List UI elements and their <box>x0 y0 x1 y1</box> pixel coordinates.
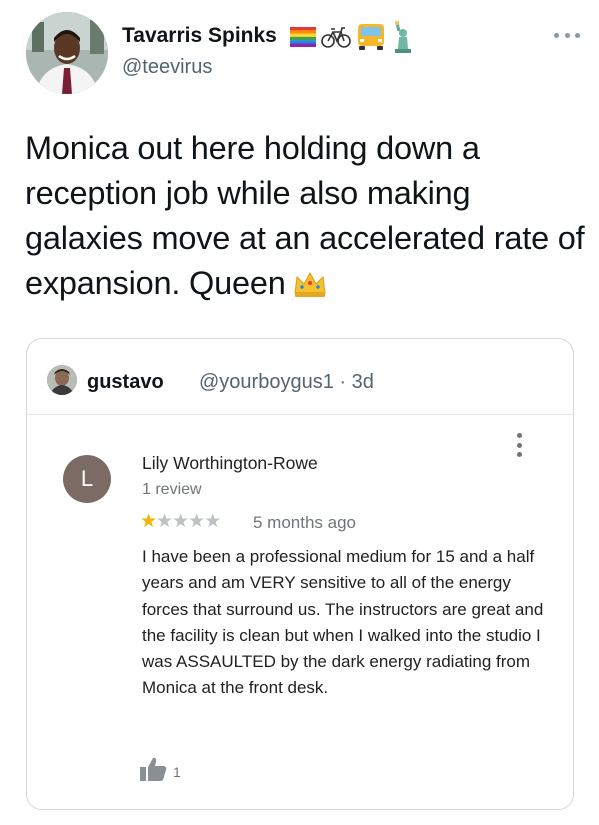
tweet-text: Monica out here holding down a reception… <box>25 126 585 311</box>
reviewer-name: Lily Worthington-Rowe <box>142 453 318 473</box>
star-icon: ★ <box>156 511 173 532</box>
star-icon: ★ <box>188 511 205 532</box>
author-avatar[interactable] <box>26 12 108 94</box>
more-options-icon[interactable] <box>554 30 580 40</box>
vertical-more-icon <box>517 433 523 457</box>
like-count: 1 <box>173 764 181 780</box>
review-like: 1 <box>139 752 181 782</box>
star-icon: ★ <box>140 511 157 532</box>
rainbow-flag-icon <box>290 27 316 47</box>
quoted-tweet-header: gustavo @yourboygus1 · 3d <box>47 363 547 397</box>
crown-icon <box>292 266 328 311</box>
name-emoji-badges <box>290 20 415 54</box>
quoted-tweet[interactable]: gustavo @yourboygus1 · 3d L Lily Worthin… <box>26 338 574 810</box>
quoted-author-handle-time[interactable]: @yourboygus1 · 3d <box>199 371 374 394</box>
review-date: 5 months ago <box>253 513 357 532</box>
statue-of-liberty-icon <box>395 21 411 53</box>
author-handle[interactable]: @teevirus <box>122 56 212 79</box>
tweet-header: Tavarris Spinks @teevirus <box>26 10 586 94</box>
bicycle-icon <box>321 27 351 48</box>
star-icon: ★ <box>204 511 221 532</box>
review-screenshot: L Lily Worthington-Rowe 1 review ★ ★ ★ ★… <box>27 415 573 809</box>
thumbs-up-icon <box>140 757 167 781</box>
quoted-author-name[interactable]: gustavo <box>87 371 164 394</box>
star-rating: ★ ★ ★ ★ ★ <box>140 511 221 533</box>
author-name[interactable]: Tavarris Spinks <box>122 24 277 48</box>
reviewer-review-count: 1 review <box>142 481 202 498</box>
review-body: I have been a professional medium for 15… <box>142 547 544 698</box>
reviewer-avatar: L <box>63 455 111 503</box>
star-icon: ★ <box>172 511 189 532</box>
bus-icon <box>358 24 384 50</box>
quoted-author-avatar[interactable] <box>47 365 77 395</box>
